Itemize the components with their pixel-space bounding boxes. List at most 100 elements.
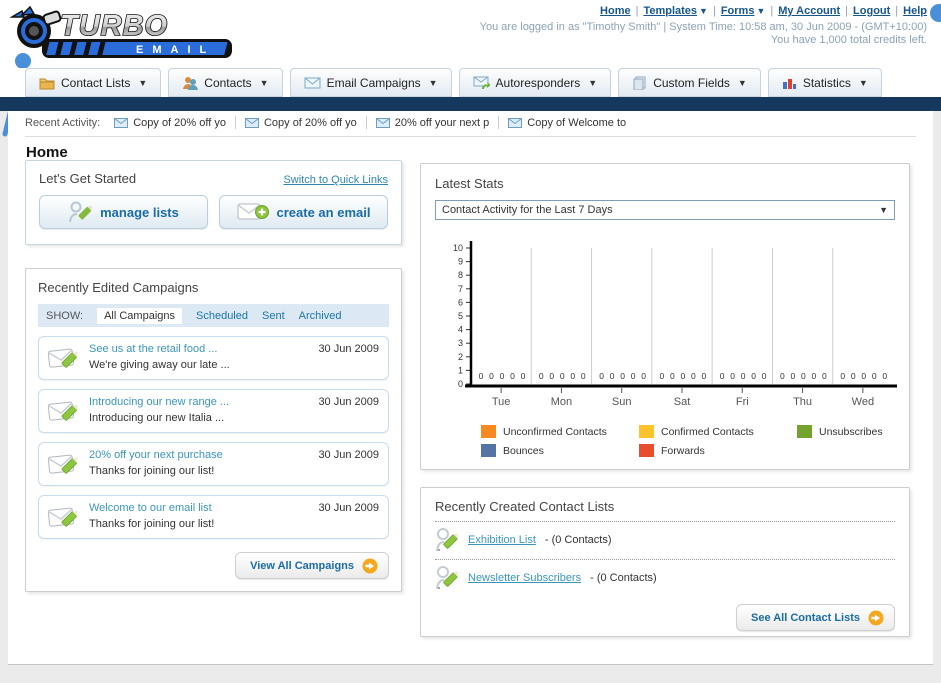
svg-text:0: 0 bbox=[581, 371, 586, 381]
svg-text:0: 0 bbox=[882, 371, 887, 381]
envelope-arrow-icon bbox=[473, 76, 490, 90]
envelope-plus-icon bbox=[237, 201, 269, 223]
svg-text:0: 0 bbox=[641, 371, 646, 381]
envelope-icon bbox=[508, 117, 523, 128]
svg-text:0: 0 bbox=[510, 371, 515, 381]
campaign-subtitle: Thanks for joining our list! bbox=[89, 465, 215, 477]
filter-sent[interactable]: Sent bbox=[262, 310, 285, 322]
svg-text:Wed: Wed bbox=[852, 396, 874, 408]
tab-contacts[interactable]: Contacts ▼ bbox=[168, 68, 283, 97]
chevron-down-icon: ▼ bbox=[699, 6, 708, 16]
recent-activity-item[interactable]: Copy of 20% off yo bbox=[114, 117, 226, 129]
stats-period-select[interactable]: Contact Activity for the Last 7 Days ▼ bbox=[435, 200, 895, 220]
svg-text:0: 0 bbox=[691, 371, 696, 381]
legend-swatch bbox=[797, 425, 812, 438]
svg-text:1: 1 bbox=[458, 365, 463, 375]
arrow-circle-icon bbox=[868, 610, 884, 626]
contact-activity-chart: 0 1 2 3 4 5 6 7 8 9 10 0 0 0 0 0 Tue 0 0 0 0 0 Mon 0 0 0 0 0 Sun 0 0 0 0… bbox=[435, 236, 897, 421]
svg-text:0: 0 bbox=[851, 371, 856, 381]
chevron-down-icon: ▼ bbox=[737, 77, 747, 88]
chevron-down-icon: ▼ bbox=[858, 77, 868, 88]
campaign-subtitle: Thanks for joining our list! bbox=[89, 518, 215, 530]
filter-scheduled[interactable]: Scheduled bbox=[196, 310, 248, 322]
person-pencil-icon bbox=[435, 526, 459, 553]
tab-autoresponders[interactable]: Autoresponders ▼ bbox=[458, 68, 612, 97]
recent-activity-item[interactable]: 20% off your next p bbox=[375, 117, 489, 129]
svg-text:0: 0 bbox=[791, 371, 796, 381]
chart-legend: Unconfirmed Contacts Confirmed Contacts … bbox=[481, 425, 895, 457]
svg-text:0: 0 bbox=[458, 379, 463, 389]
svg-text:0: 0 bbox=[659, 371, 664, 381]
filter-archived[interactable]: Archived bbox=[299, 310, 342, 322]
svg-text:0: 0 bbox=[730, 371, 735, 381]
tab-custom-fields[interactable]: Custom Fields ▼ bbox=[618, 68, 761, 97]
person-pencil-icon bbox=[435, 564, 459, 591]
nav-templates-link[interactable]: Templates ▼ bbox=[643, 5, 708, 17]
campaigns-filter-bar: SHOW: All Campaigns Scheduled Sent Archi… bbox=[38, 304, 389, 327]
svg-text:0: 0 bbox=[751, 371, 756, 381]
svg-text:0: 0 bbox=[479, 371, 484, 381]
svg-text:6: 6 bbox=[458, 297, 463, 307]
tab-statistics[interactable]: Statistics ▼ bbox=[767, 68, 882, 97]
svg-text:0: 0 bbox=[861, 371, 866, 381]
campaign-row: 20% off your next purchase Thanks for jo… bbox=[38, 442, 389, 486]
latest-stats-panel: Latest Stats Contact Activity for the La… bbox=[420, 163, 910, 470]
get-started-panel: Let's Get Started Switch to Quick Links … bbox=[25, 160, 402, 245]
campaign-title-link[interactable]: Welcome to our email list bbox=[89, 502, 309, 514]
chevron-down-icon: ▼ bbox=[428, 77, 438, 88]
campaign-date: 30 Jun 2009 bbox=[318, 449, 379, 461]
switch-to-quick-links[interactable]: Switch to Quick Links bbox=[283, 174, 388, 186]
recent-activity-item[interactable]: Copy of Welcome to bbox=[508, 117, 626, 129]
campaign-date: 30 Jun 2009 bbox=[318, 343, 379, 355]
nav-my-account-link[interactable]: My Account bbox=[778, 5, 840, 17]
svg-text:8: 8 bbox=[458, 270, 463, 280]
svg-text:Tue: Tue bbox=[492, 396, 511, 408]
campaign-title-link[interactable]: 20% off your next purchase bbox=[89, 449, 309, 461]
contact-list-link[interactable]: Newsletter Subscribers bbox=[468, 572, 581, 584]
bar-chart-icon bbox=[782, 76, 797, 90]
nav-logout-link[interactable]: Logout bbox=[853, 5, 890, 17]
svg-text:2: 2 bbox=[458, 352, 463, 362]
svg-text:0: 0 bbox=[780, 371, 785, 381]
contact-list-link[interactable]: Exhibition List bbox=[468, 534, 536, 546]
create-email-button[interactable]: create an email bbox=[219, 195, 388, 229]
help-bubble-icon[interactable] bbox=[930, 4, 941, 22]
pages-icon bbox=[632, 76, 647, 90]
svg-text:0: 0 bbox=[599, 371, 604, 381]
recent-campaigns-panel: Recently Edited Campaigns SHOW: All Camp… bbox=[25, 268, 402, 592]
logo-title-text: TURBO bbox=[60, 10, 168, 42]
legend-swatch bbox=[481, 425, 496, 438]
view-all-campaigns-button[interactable]: View All Campaigns bbox=[235, 552, 389, 579]
campaign-title-link[interactable]: See us at the retail food ... bbox=[89, 343, 309, 355]
envelope-pencil-icon bbox=[48, 502, 80, 530]
nav-home-link[interactable]: Home bbox=[600, 5, 631, 17]
campaign-date: 30 Jun 2009 bbox=[318, 396, 379, 408]
recent-activity-item[interactable]: Copy of 20% off yo bbox=[244, 117, 357, 129]
top-navigation: Home | Templates ▼ | Forms ▼ | My Account | Logout… bbox=[600, 5, 927, 17]
filter-all-campaigns[interactable]: All Campaigns bbox=[97, 307, 182, 324]
legend-item: Unsubscribes bbox=[797, 425, 895, 438]
recent-activity-bar: Recent Activity: Copy of 20% off yo Copy… bbox=[8, 111, 933, 131]
tab-email-campaigns[interactable]: Email Campaigns ▼ bbox=[289, 68, 452, 97]
legend-swatch bbox=[639, 444, 654, 457]
legend-item: Unconfirmed Contacts bbox=[481, 425, 639, 438]
contact-lists-panel: Recently Created Contact Lists Exhibitio… bbox=[420, 487, 910, 637]
svg-text:0: 0 bbox=[720, 371, 725, 381]
tab-contact-lists[interactable]: Contact Lists ▼ bbox=[25, 68, 162, 97]
turbo-email-logo[interactable]: TURBO EMAIL bbox=[8, 3, 240, 66]
svg-text:0: 0 bbox=[521, 371, 526, 381]
main-tab-bar: Contact Lists ▼ Contacts ▼ Email Campaigns… bbox=[0, 68, 941, 97]
svg-text:Sat: Sat bbox=[674, 396, 691, 408]
legend-swatch bbox=[639, 425, 654, 438]
manage-lists-button[interactable]: manage lists bbox=[39, 195, 208, 229]
nav-help-link[interactable]: Help bbox=[903, 5, 927, 17]
svg-text:Thu: Thu bbox=[793, 396, 812, 408]
campaign-title-link[interactable]: Introducing our new range ... bbox=[89, 396, 309, 408]
nav-forms-link[interactable]: Forms ▼ bbox=[721, 5, 766, 17]
svg-text:0: 0 bbox=[701, 371, 706, 381]
svg-text:0: 0 bbox=[570, 371, 575, 381]
svg-text:0: 0 bbox=[762, 371, 767, 381]
campaign-row: Welcome to our email list Thanks for joi… bbox=[38, 495, 389, 539]
see-all-contact-lists-button[interactable]: See All Contact Lists bbox=[735, 604, 895, 631]
envelope-icon bbox=[375, 117, 390, 128]
